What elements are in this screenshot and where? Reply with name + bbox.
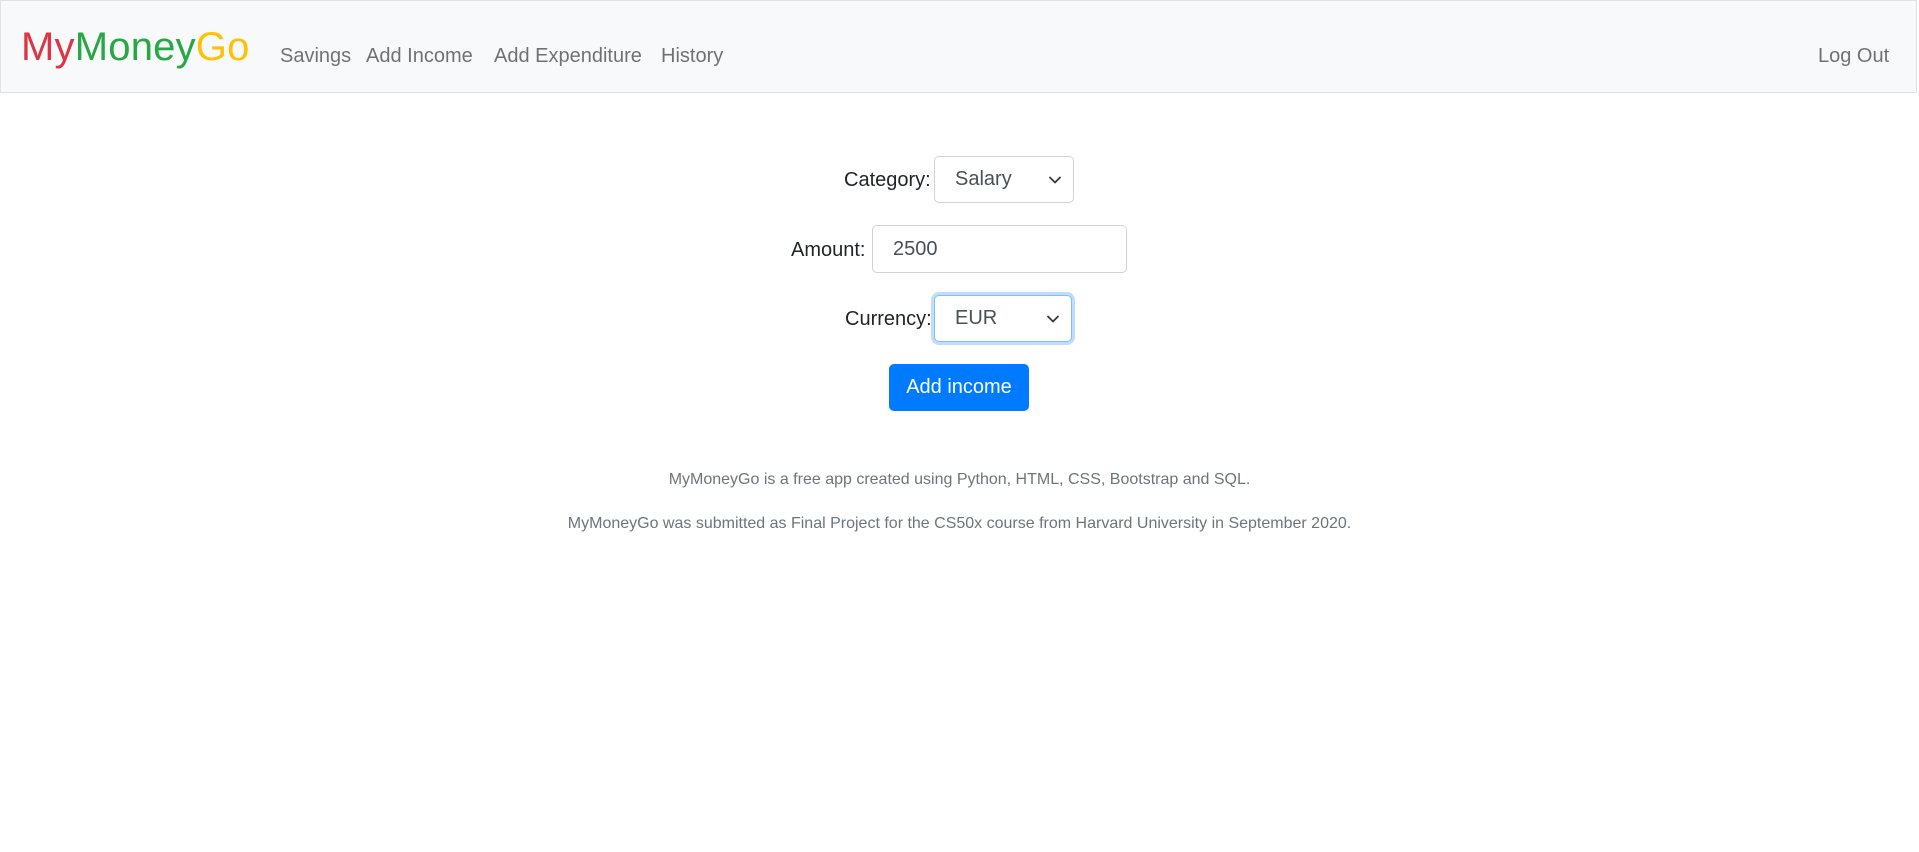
category-select-value: Salary: [955, 168, 1012, 190]
add-income-button[interactable]: Add income: [889, 364, 1029, 411]
brand-part-my: My: [21, 25, 75, 69]
nav-savings[interactable]: Savings: [280, 45, 351, 68]
nav-logout[interactable]: Log Out: [1818, 45, 1889, 68]
amount-input-value: 2500: [893, 237, 938, 260]
category-label: Category:: [844, 169, 931, 191]
chevron-down-icon: [1047, 315, 1059, 322]
nav-history[interactable]: History: [661, 45, 723, 68]
nav-add-expenditure[interactable]: Add Expenditure: [494, 45, 642, 68]
footer-line-1: MyMoneyGo is a free app created using Py…: [668, 471, 1251, 488]
category-select[interactable]: Salary: [934, 156, 1074, 203]
amount-label: Amount:: [791, 239, 866, 261]
currency-label: Currency:: [845, 308, 932, 330]
amount-input[interactable]: 2500: [872, 225, 1127, 273]
brand-part-go: Go: [195, 25, 250, 69]
navbar: MyMoneyGo Savings Add Income Add Expendi…: [0, 0, 1917, 93]
chevron-down-icon: [1049, 176, 1061, 183]
brand-logo[interactable]: MyMoneyGo: [21, 27, 250, 67]
nav-add-income[interactable]: Add Income: [366, 45, 473, 68]
brand-part-money: Money: [74, 25, 196, 69]
footer-line-2: MyMoneyGo was submitted as Final Project…: [567, 515, 1352, 532]
currency-select[interactable]: EUR: [934, 295, 1072, 342]
currency-select-value: EUR: [955, 307, 998, 329]
